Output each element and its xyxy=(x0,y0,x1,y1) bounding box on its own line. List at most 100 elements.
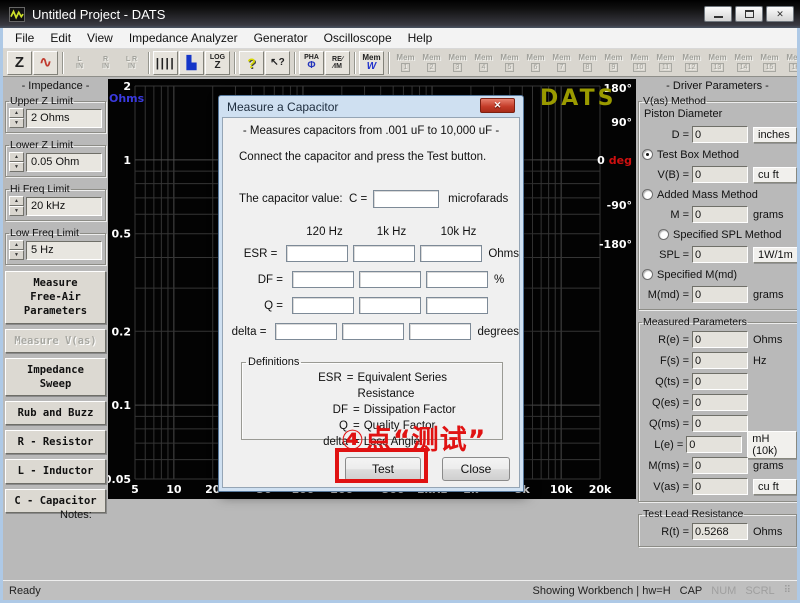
dialog-title-bar[interactable]: Measure a Capacitor ✕ xyxy=(222,96,520,117)
esr-input-2[interactable] xyxy=(353,245,415,262)
menu-item-generator[interactable]: Generator xyxy=(246,29,316,47)
y-axis-tick-0.1: 0.1 xyxy=(112,399,132,412)
measured-f-s-input[interactable] xyxy=(692,352,748,369)
maximize-button[interactable] xyxy=(735,6,763,22)
vas-d-input[interactable] xyxy=(692,126,748,143)
mem-10-button: Mem10 xyxy=(627,51,652,75)
radio-specified-m-md[interactable]: Specified M(md) xyxy=(642,265,798,284)
measure-free-air-parameters-button[interactable]: Measure Free-Air Parameters xyxy=(5,271,106,324)
left-in-button: LIN xyxy=(67,51,92,75)
histogram-icon-button[interactable]: ▙ xyxy=(179,51,204,75)
re-im-button[interactable]: RE∕∕IM xyxy=(325,51,350,75)
r-resistor-button[interactable]: R - Resistor xyxy=(5,430,106,454)
phase-axis-tick-2: 0deg xyxy=(597,154,632,167)
menu-item-edit[interactable]: Edit xyxy=(42,29,79,47)
cu-ft-unit-button[interactable]: cu ft xyxy=(753,167,797,183)
measured-q-ms-input[interactable] xyxy=(692,415,748,432)
spinner-down-icon[interactable]: ▼ xyxy=(9,162,24,172)
menu-item-file[interactable]: File xyxy=(7,29,42,47)
bars-icon-button[interactable]: |||| xyxy=(153,51,178,75)
measured-q-es-input[interactable] xyxy=(692,394,748,411)
delta-input-2[interactable] xyxy=(342,323,404,340)
help-icon-button[interactable]: ? xyxy=(239,51,264,75)
mem-5-button: Mem5 xyxy=(497,51,522,75)
table-row-df: DF =% xyxy=(223,271,519,288)
esr-input-3[interactable] xyxy=(420,245,482,262)
menu-item-oscilloscope[interactable]: Oscilloscope xyxy=(316,29,400,47)
radio-added-mass-method[interactable]: Added Mass Method xyxy=(642,185,798,204)
limit-value-upper-z-limit[interactable]: 2 Ohms xyxy=(26,109,102,128)
phase-button[interactable]: PHAΦ xyxy=(299,51,324,75)
spinner-up-icon[interactable]: ▲ xyxy=(9,196,24,206)
vas-v-b-input[interactable] xyxy=(692,166,748,183)
measured-v-as-input[interactable] xyxy=(692,478,748,495)
x-axis-tick-10: 10 xyxy=(166,483,182,496)
mem-3-button: Mem3 xyxy=(445,51,470,75)
df-input-3[interactable] xyxy=(426,271,488,288)
mh-10k-unit-button[interactable]: mH (10k) xyxy=(747,431,797,459)
l-inductor-button[interactable]: L - Inductor xyxy=(5,459,106,483)
log-z-button[interactable]: LOGZ xyxy=(205,51,230,75)
esr-input-1[interactable] xyxy=(286,245,348,262)
limit-group-upper-z-limit: Upper Z Limit▲▼2 Ohms xyxy=(5,95,106,133)
radio-specified-spl-method[interactable]: Specified SPL Method xyxy=(642,225,798,244)
vas-m-md-input[interactable] xyxy=(692,286,748,303)
spinner-up-icon[interactable]: ▲ xyxy=(9,240,24,250)
q-input-2[interactable] xyxy=(359,297,421,314)
table-row-esr: ESR =Ohms xyxy=(223,245,519,262)
minimize-button[interactable] xyxy=(704,6,732,22)
radio-icon-specified-spl-method xyxy=(658,229,669,240)
q-input-1[interactable] xyxy=(292,297,354,314)
sine-wave-icon-button[interactable]: ∿ xyxy=(33,51,58,75)
q-input-3[interactable] xyxy=(426,297,488,314)
mem-4-button: Mem4 xyxy=(471,51,496,75)
menu-item-help[interactable]: Help xyxy=(400,29,441,47)
vas-row-spl: SPL =1W/1m xyxy=(642,244,798,265)
test-lead-r-t-input[interactable] xyxy=(692,523,748,540)
dialog-close-action-button[interactable]: Close xyxy=(442,457,510,481)
mem-w-button[interactable]: MemW xyxy=(359,51,384,75)
measured-parameters-group: Measured Parameters R(e) =OhmsF(s) =HzQ(… xyxy=(638,316,800,502)
delta-input-3[interactable] xyxy=(409,323,471,340)
dialog-close-button[interactable]: ✕ xyxy=(480,98,515,113)
window-border-left xyxy=(0,28,3,603)
df-input-2[interactable] xyxy=(359,271,421,288)
vas-row-v-b: V(B) =cu ft xyxy=(642,164,798,185)
close-button[interactable]: ✕ xyxy=(766,6,794,22)
vas-m-input[interactable] xyxy=(692,206,748,223)
limit-value-low-freq-limit[interactable]: 5 Hz xyxy=(26,241,102,260)
inches-unit-button[interactable]: inches xyxy=(753,127,797,143)
cu-ft-unit-button[interactable]: cu ft xyxy=(753,479,797,495)
spinner-down-icon[interactable]: ▼ xyxy=(9,206,24,216)
impedance-z-button[interactable]: Z xyxy=(7,51,32,75)
menu-item-impedance-analyzer[interactable]: Impedance Analyzer xyxy=(121,29,246,47)
spinner-down-icon[interactable]: ▼ xyxy=(9,118,24,128)
impedance-sweep-button[interactable]: Impedance Sweep xyxy=(5,358,106,396)
maximize-icon xyxy=(745,10,754,18)
vas-spl-input[interactable] xyxy=(692,246,748,263)
measured-m-ms-input[interactable] xyxy=(692,457,748,474)
table-headers: 120 Hz1k Hz10k Hz xyxy=(223,226,519,238)
capacitor-value-input[interactable] xyxy=(373,190,439,208)
title-bar: Untitled Project - DATS ✕ xyxy=(0,0,800,28)
menu-item-view[interactable]: View xyxy=(79,29,121,47)
measured-l-e-input[interactable] xyxy=(686,436,742,453)
measured-q-ts-input[interactable] xyxy=(692,373,748,390)
grams-unit-label: grams xyxy=(753,460,784,472)
spinner-down-icon[interactable]: ▼ xyxy=(9,250,24,260)
delta-input-1[interactable] xyxy=(275,323,337,340)
rub-and-buzz-button[interactable]: Rub and Buzz xyxy=(5,401,106,425)
spinner-up-icon[interactable]: ▲ xyxy=(9,152,24,162)
df-input-1[interactable] xyxy=(292,271,354,288)
mem-16-button: Mem16 xyxy=(783,51,797,75)
mem-9-button: Mem9 xyxy=(601,51,626,75)
limit-value-lower-z-limit[interactable]: 0.05 Ohm xyxy=(26,153,102,172)
limit-value-hi-freq-limit[interactable]: 20 kHz xyxy=(26,197,102,216)
context-help-icon-button[interactable]: ↖? xyxy=(265,51,290,75)
spinner-up-icon[interactable]: ▲ xyxy=(9,108,24,118)
spinner-low-freq-limit: ▲▼ xyxy=(9,240,24,260)
measured-r-e-input[interactable] xyxy=(692,331,748,348)
radio-test-box-method[interactable]: Test Box Method xyxy=(642,145,798,164)
1w-1m-unit-button[interactable]: 1W/1m xyxy=(753,247,798,263)
right-in-button: RIN xyxy=(93,51,118,75)
